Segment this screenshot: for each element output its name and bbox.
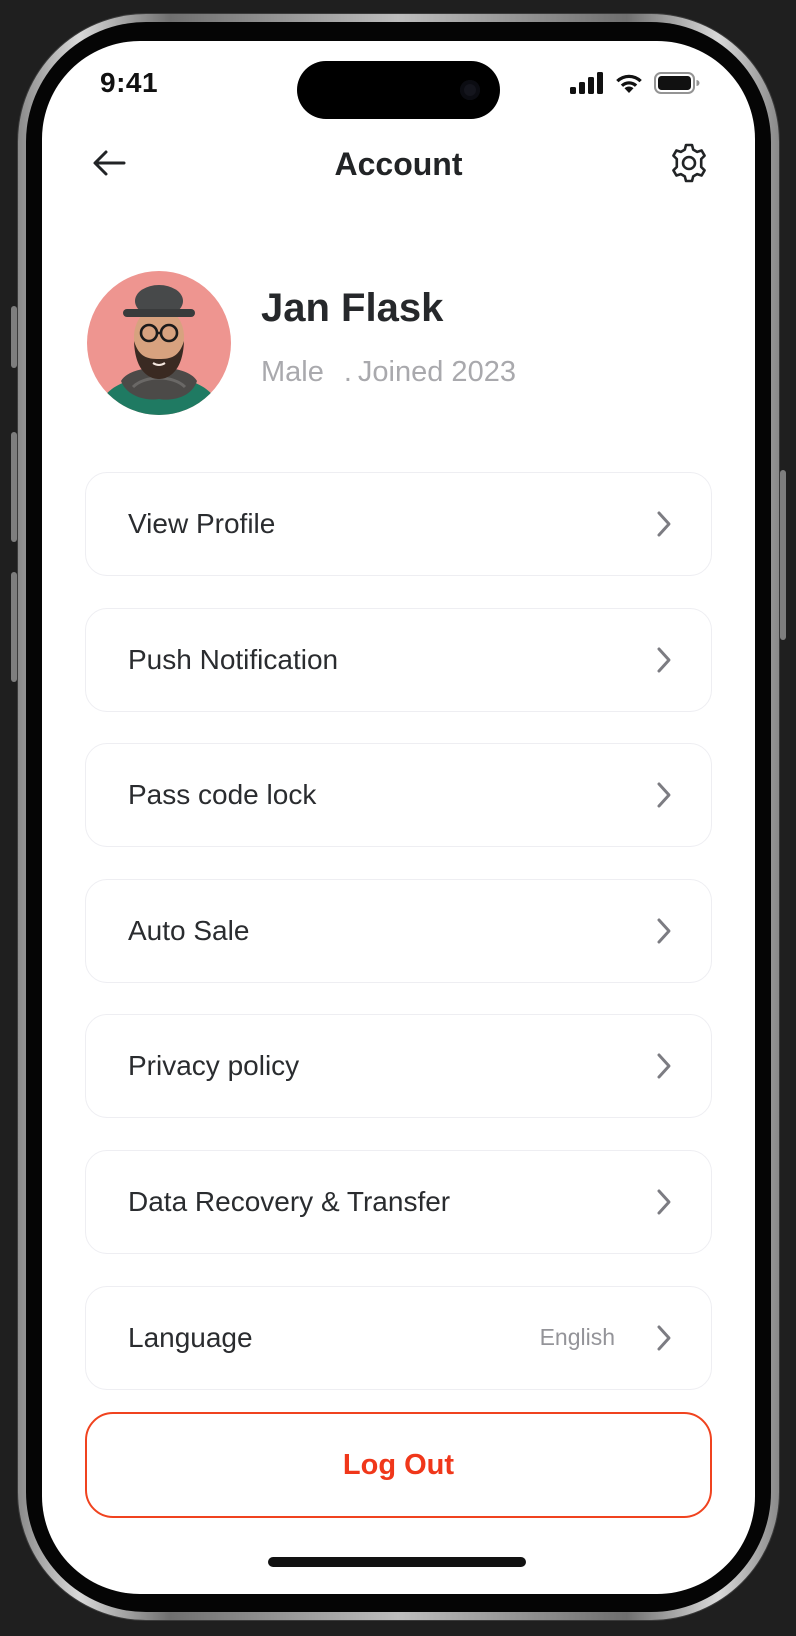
menu-item-view-profile[interactable]: View Profile	[85, 472, 712, 576]
mute-switch	[11, 306, 17, 368]
dynamic-island	[297, 61, 500, 119]
menu-item-label: Privacy policy	[128, 1050, 300, 1082]
account-menu: View Profile Push Notification Pass code…	[85, 472, 712, 1421]
profile-gender: Male	[261, 356, 324, 388]
wifi-icon	[616, 74, 642, 93]
camera-icon	[460, 80, 480, 100]
language-value: English	[539, 1324, 615, 1351]
status-icons	[570, 71, 700, 95]
menu-item-label: View Profile	[128, 508, 276, 539]
battery-icon	[654, 72, 700, 94]
chevron-right-icon	[657, 1189, 671, 1215]
menu-item-label: Data Recovery & Transfer	[128, 1185, 451, 1217]
menu-item-auto-sale[interactable]: Auto Sale	[85, 878, 712, 983]
chevron-right-icon	[657, 918, 671, 944]
logout-button[interactable]: Log Out	[85, 1412, 712, 1518]
menu-item-pass-code-lock[interactable]: Pass code lock	[85, 743, 712, 848]
menu-item-label: Push Notification	[128, 643, 339, 675]
menu-item-label: Pass code lock	[128, 779, 317, 811]
menu-item-language[interactable]: Language English	[85, 1285, 712, 1390]
chevron-right-icon	[657, 1053, 671, 1079]
profile-joined: Joined 2023	[357, 356, 516, 388]
volume-down-button	[11, 572, 17, 682]
menu-item-label: Language	[128, 1321, 253, 1353]
chevron-right-icon	[657, 511, 671, 537]
profile-meta: Male. Joined 2023	[261, 356, 516, 389]
menu-item-data-recovery[interactable]: Data Recovery & Transfer	[85, 1149, 712, 1254]
menu-item-privacy-policy[interactable]: Privacy policy	[85, 1014, 712, 1119]
menu-item-label: Auto Sale	[128, 914, 250, 946]
chevron-right-icon	[657, 1325, 671, 1351]
profile-name: Jan Flask	[261, 286, 444, 330]
power-button	[780, 470, 786, 640]
avatar	[87, 271, 231, 415]
status-time: 9:41	[100, 67, 159, 98]
volume-up-button	[11, 432, 17, 542]
avatar-portrait	[95, 285, 223, 415]
home-indicator[interactable]	[268, 1557, 526, 1567]
menu-item-push-notification[interactable]: Push Notification	[85, 607, 712, 712]
meta-separator: .	[343, 356, 352, 388]
gear-icon[interactable]	[667, 141, 711, 185]
chevron-right-icon	[657, 647, 671, 673]
screen: 9:41 Account Jan Flask Male . Joined 202…	[42, 41, 755, 1594]
chevron-right-icon	[657, 782, 671, 808]
signal-icon	[570, 72, 603, 94]
page-title: Account	[334, 146, 463, 182]
